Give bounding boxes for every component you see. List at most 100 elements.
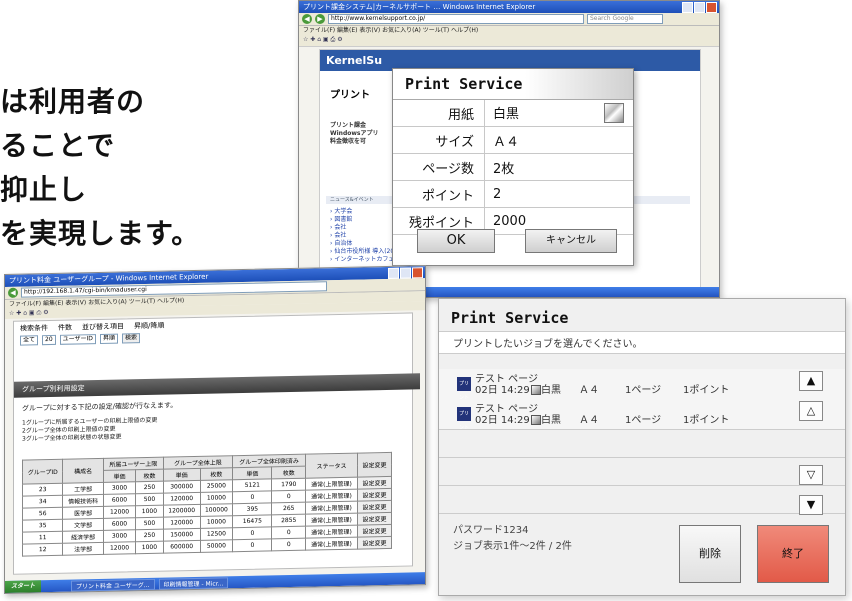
table-cell: 通常(上限管理): [305, 477, 358, 491]
job-pages: 1ページ: [625, 385, 662, 396]
job-size: Ａ４: [579, 385, 599, 396]
dialog-title: Print Service: [393, 69, 633, 100]
menu-bar[interactable]: ファイル(F) 編集(E) 表示(V) お気に入り(A) ツール(T) ヘルプ(…: [299, 26, 719, 36]
table-cell: 10000: [200, 491, 233, 505]
settings-change-button[interactable]: 設定変更: [357, 488, 392, 502]
table-row: サイズ Ａ４: [393, 126, 633, 154]
table-cell: 通常(上限管理): [305, 513, 358, 527]
table-cell: 6000: [103, 517, 136, 531]
settings-change-button[interactable]: 設定変更: [357, 536, 392, 550]
cancel-button[interactable]: キャンセル: [525, 229, 617, 253]
table-cell: 0: [232, 538, 272, 552]
table-cell: 法学部: [62, 542, 104, 556]
group-table: グループID 構成名 所属ユーザー上限 グループ全体上限 グループ全体印刷済み …: [22, 452, 392, 557]
taskbar-item[interactable]: プリント料金 ユーザーグ...: [71, 578, 155, 592]
close-button[interactable]: [412, 267, 423, 279]
condition-select[interactable]: 全て: [20, 335, 39, 346]
job-row[interactable]: プリント テスト ページ 02日 14:29 白黒 Ａ４ 1ページ 1ポイント: [439, 399, 845, 431]
settings-change-button[interactable]: 設定変更: [357, 500, 392, 514]
table-cell: 通常(上限管理): [305, 537, 358, 551]
slogan-line: 抑止し: [0, 173, 88, 206]
table-cell: 1790: [271, 478, 306, 491]
page-heading: プリント: [330, 90, 370, 101]
intro-text: プリント課金 Windowsアプリ 料金徴収を可: [330, 122, 378, 146]
table-cell: 3000: [103, 481, 136, 495]
url-input[interactable]: http://www.kernelsupport.co.jp/: [328, 14, 584, 24]
minimize-button[interactable]: [388, 267, 399, 279]
scroll-bottom-button[interactable]: ▼: [799, 495, 823, 515]
job-row[interactable]: プリント テスト ページ 02日 14:29 白黒 Ａ４ 1ページ 1ポイント: [439, 369, 845, 401]
back-icon[interactable]: ◀: [302, 14, 312, 24]
maximize-button[interactable]: [694, 2, 705, 13]
count-select[interactable]: 20: [42, 334, 56, 346]
slogan-line: は利用者の: [0, 85, 146, 118]
search-input[interactable]: Search Google: [587, 14, 663, 24]
column-subheader: 枚数: [200, 467, 233, 481]
scroll-down-button[interactable]: ▽: [799, 465, 823, 485]
sort-select[interactable]: ユーザーID: [59, 334, 96, 345]
settings-change-button[interactable]: 設定変更: [357, 524, 392, 538]
taskbar-item[interactable]: 印刷情報管理 - Micr...: [158, 576, 229, 590]
job-color: 白黒: [531, 385, 561, 396]
table-cell: 通常(上限管理): [305, 489, 358, 503]
table-cell: 250: [135, 529, 164, 542]
table-cell: 0: [232, 490, 272, 504]
intro-line: プリント課金: [330, 122, 367, 129]
order-select[interactable]: 昇順: [99, 333, 118, 344]
color-icon: [531, 415, 541, 425]
table-cell: 150000: [163, 528, 201, 542]
intro-line: 料金徴収を可: [330, 138, 367, 145]
job-points: 1ポイント: [683, 385, 730, 396]
search-button[interactable]: 検索: [121, 333, 140, 344]
table-cell: 通常(上限管理): [305, 501, 358, 515]
table-cell: 23: [22, 483, 63, 497]
scroll-top-button[interactable]: ▲: [799, 371, 823, 391]
settings-change-button[interactable]: 設定変更: [357, 476, 392, 490]
window-title: プリント課金システム|カーネルサポート … Windows Internet E…: [299, 1, 719, 13]
table-row: ポイント 2: [393, 180, 633, 208]
delete-button[interactable]: 削除: [679, 525, 741, 583]
table-cell: 3000: [103, 529, 136, 543]
scroll-up-button[interactable]: △: [799, 401, 823, 421]
slogan-line: ることで: [0, 129, 116, 162]
table-cell: 1200000: [163, 504, 201, 518]
settings-change-button[interactable]: 設定変更: [357, 512, 392, 526]
panel-title: Print Service: [451, 309, 569, 327]
job-pages: 1ページ: [625, 415, 662, 426]
search-label: 件数: [58, 323, 72, 332]
table-cell: 0: [271, 538, 306, 551]
search-label: 並び替え項目: [82, 322, 124, 332]
column-subheader: 単価: [232, 466, 272, 480]
table-cell: 34: [22, 495, 63, 509]
table-row: ページ数 2枚: [393, 153, 633, 181]
minimize-button[interactable]: [682, 2, 693, 13]
table-cell: 1000: [135, 505, 164, 518]
printer-icon: プリント: [457, 377, 471, 401]
printer-icon: プリント: [457, 407, 471, 431]
table-cell: 300000: [163, 480, 201, 494]
table-cell: 35: [22, 519, 63, 533]
slogan-line: を実現します。: [0, 217, 201, 250]
ok-button[interactable]: OK: [417, 229, 495, 253]
paper-label: 用紙: [393, 100, 485, 127]
table-cell: 50000: [200, 539, 233, 553]
back-icon[interactable]: ◀: [8, 287, 18, 298]
close-button[interactable]: [706, 2, 717, 13]
section-desc: グループに対する下記の設定/確認が行なえます。: [22, 401, 178, 413]
points-value: 2: [484, 180, 633, 208]
start-button[interactable]: スタート: [5, 580, 42, 593]
job-count-label: ジョブ表示1件～2件 / 2件: [453, 541, 572, 552]
table-cell: 工学部: [62, 482, 104, 496]
password-label: パスワード1234: [453, 525, 529, 536]
table-cell: 0: [271, 490, 306, 503]
table-cell: 16475: [232, 514, 272, 528]
exit-button[interactable]: 終了: [757, 525, 829, 583]
search-label: 昇順/降順: [134, 321, 165, 331]
paper-value: 白黒: [484, 100, 633, 127]
maximize-button[interactable]: [400, 267, 411, 279]
page-content: 検索条件 件数 並び替え項目 昇順/降順 全て 20 ユーザーID 昇順 検索 …: [13, 312, 420, 575]
job-selection-panel: Print Service プリントしたいジョブを選んでください。 プリント テ…: [438, 298, 846, 596]
size-label: サイズ: [393, 126, 485, 154]
forward-icon[interactable]: ▶: [315, 14, 325, 24]
window-controls: [682, 2, 717, 13]
